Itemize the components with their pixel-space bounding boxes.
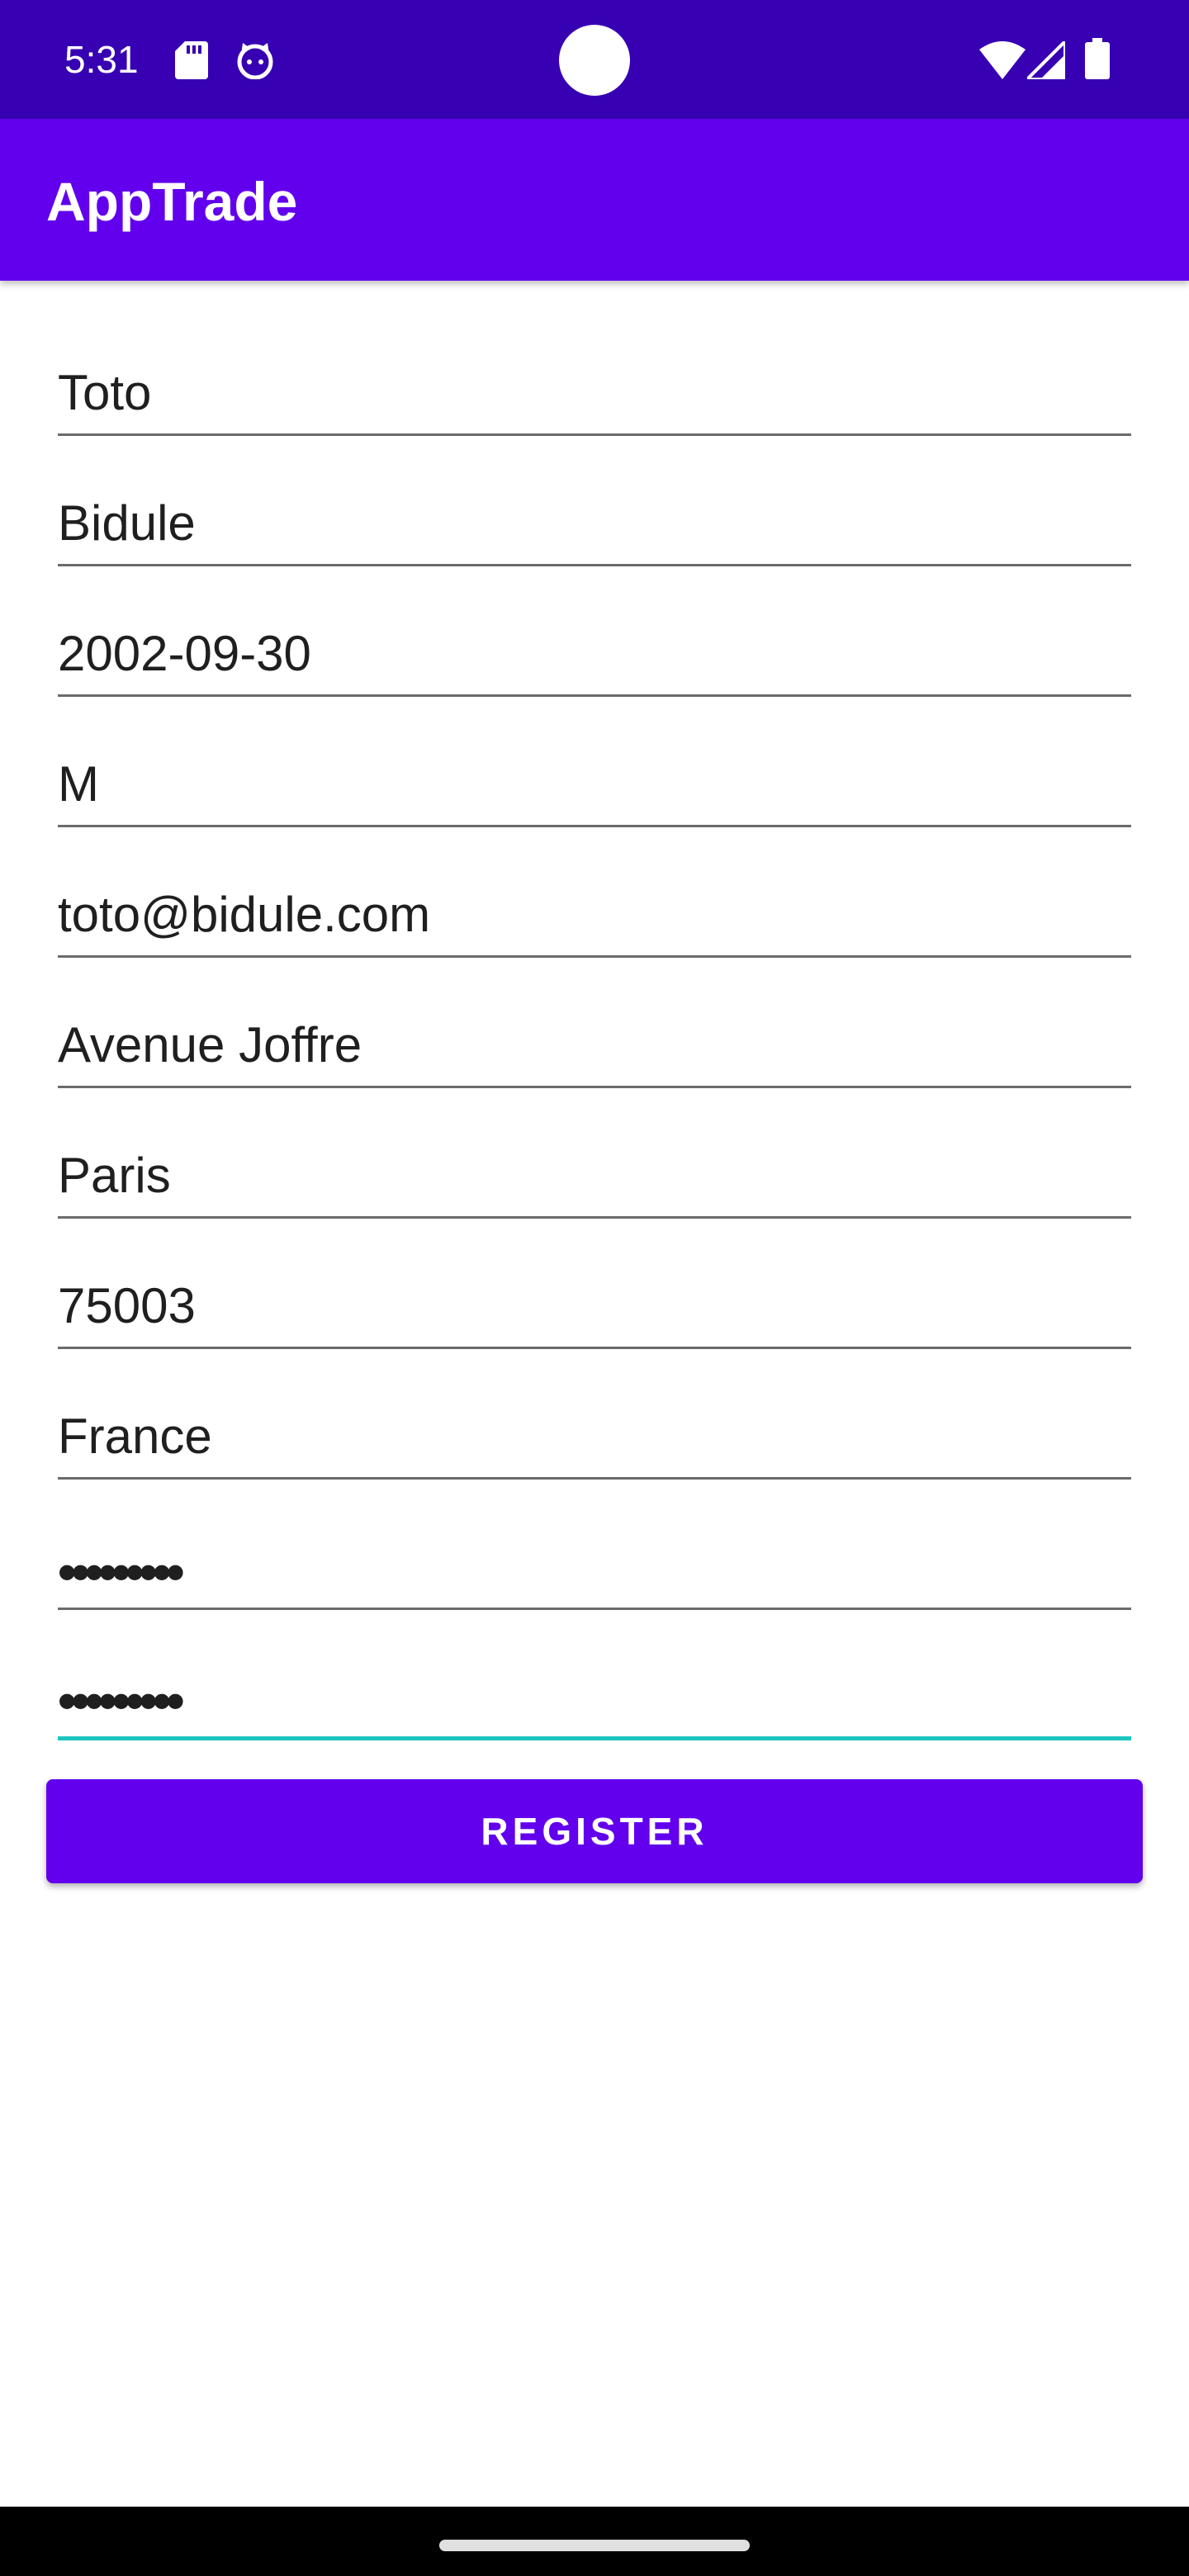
- app-title: AppTrade: [46, 171, 298, 232]
- wifi-icon: [979, 41, 1026, 79]
- navigation-bar: [0, 2507, 1189, 2576]
- first-name-field[interactable]: Toto: [58, 345, 1131, 436]
- confirm-password-field[interactable]: •••••••••: [58, 1650, 1131, 1740]
- last-name-value: Bidule: [58, 495, 196, 551]
- gender-field[interactable]: M: [58, 736, 1131, 827]
- email-field[interactable]: toto@bidule.com: [58, 867, 1131, 958]
- confirm-password-value: •••••••••: [58, 1671, 185, 1731]
- home-handle[interactable]: [439, 2540, 750, 2551]
- email-value: toto@bidule.com: [58, 887, 431, 942]
- postal-code-value: 75003: [58, 1278, 196, 1333]
- app-bar: AppTrade: [0, 119, 1189, 281]
- battery-icon: [1085, 38, 1110, 79]
- password-field[interactable]: •••••••••: [58, 1519, 1131, 1610]
- city-value: Paris: [58, 1148, 171, 1203]
- status-time: 5:31: [64, 38, 139, 81]
- country-value: France: [58, 1409, 212, 1464]
- city-field[interactable]: Paris: [58, 1128, 1131, 1219]
- status-bar: 5:31: [0, 0, 1189, 119]
- birthdate-field[interactable]: 2002-09-30: [58, 606, 1131, 697]
- street-value: Avenue Joffre: [58, 1017, 362, 1073]
- cat-notification-icon: [237, 43, 273, 79]
- password-value: •••••••••: [58, 1542, 185, 1602]
- birthdate-value: 2002-09-30: [58, 626, 311, 681]
- last-name-field[interactable]: Bidule: [58, 476, 1131, 566]
- country-field[interactable]: France: [58, 1389, 1131, 1480]
- street-field[interactable]: Avenue Joffre: [58, 997, 1131, 1088]
- camera-cutout: [559, 25, 630, 96]
- register-button[interactable]: REGISTER: [46, 1779, 1143, 1883]
- signal-icon: [1027, 41, 1065, 79]
- gender-value: M: [58, 756, 99, 812]
- first-name-value: Toto: [58, 365, 152, 420]
- sd-card-icon: [175, 41, 208, 79]
- postal-code-field[interactable]: 75003: [58, 1258, 1131, 1349]
